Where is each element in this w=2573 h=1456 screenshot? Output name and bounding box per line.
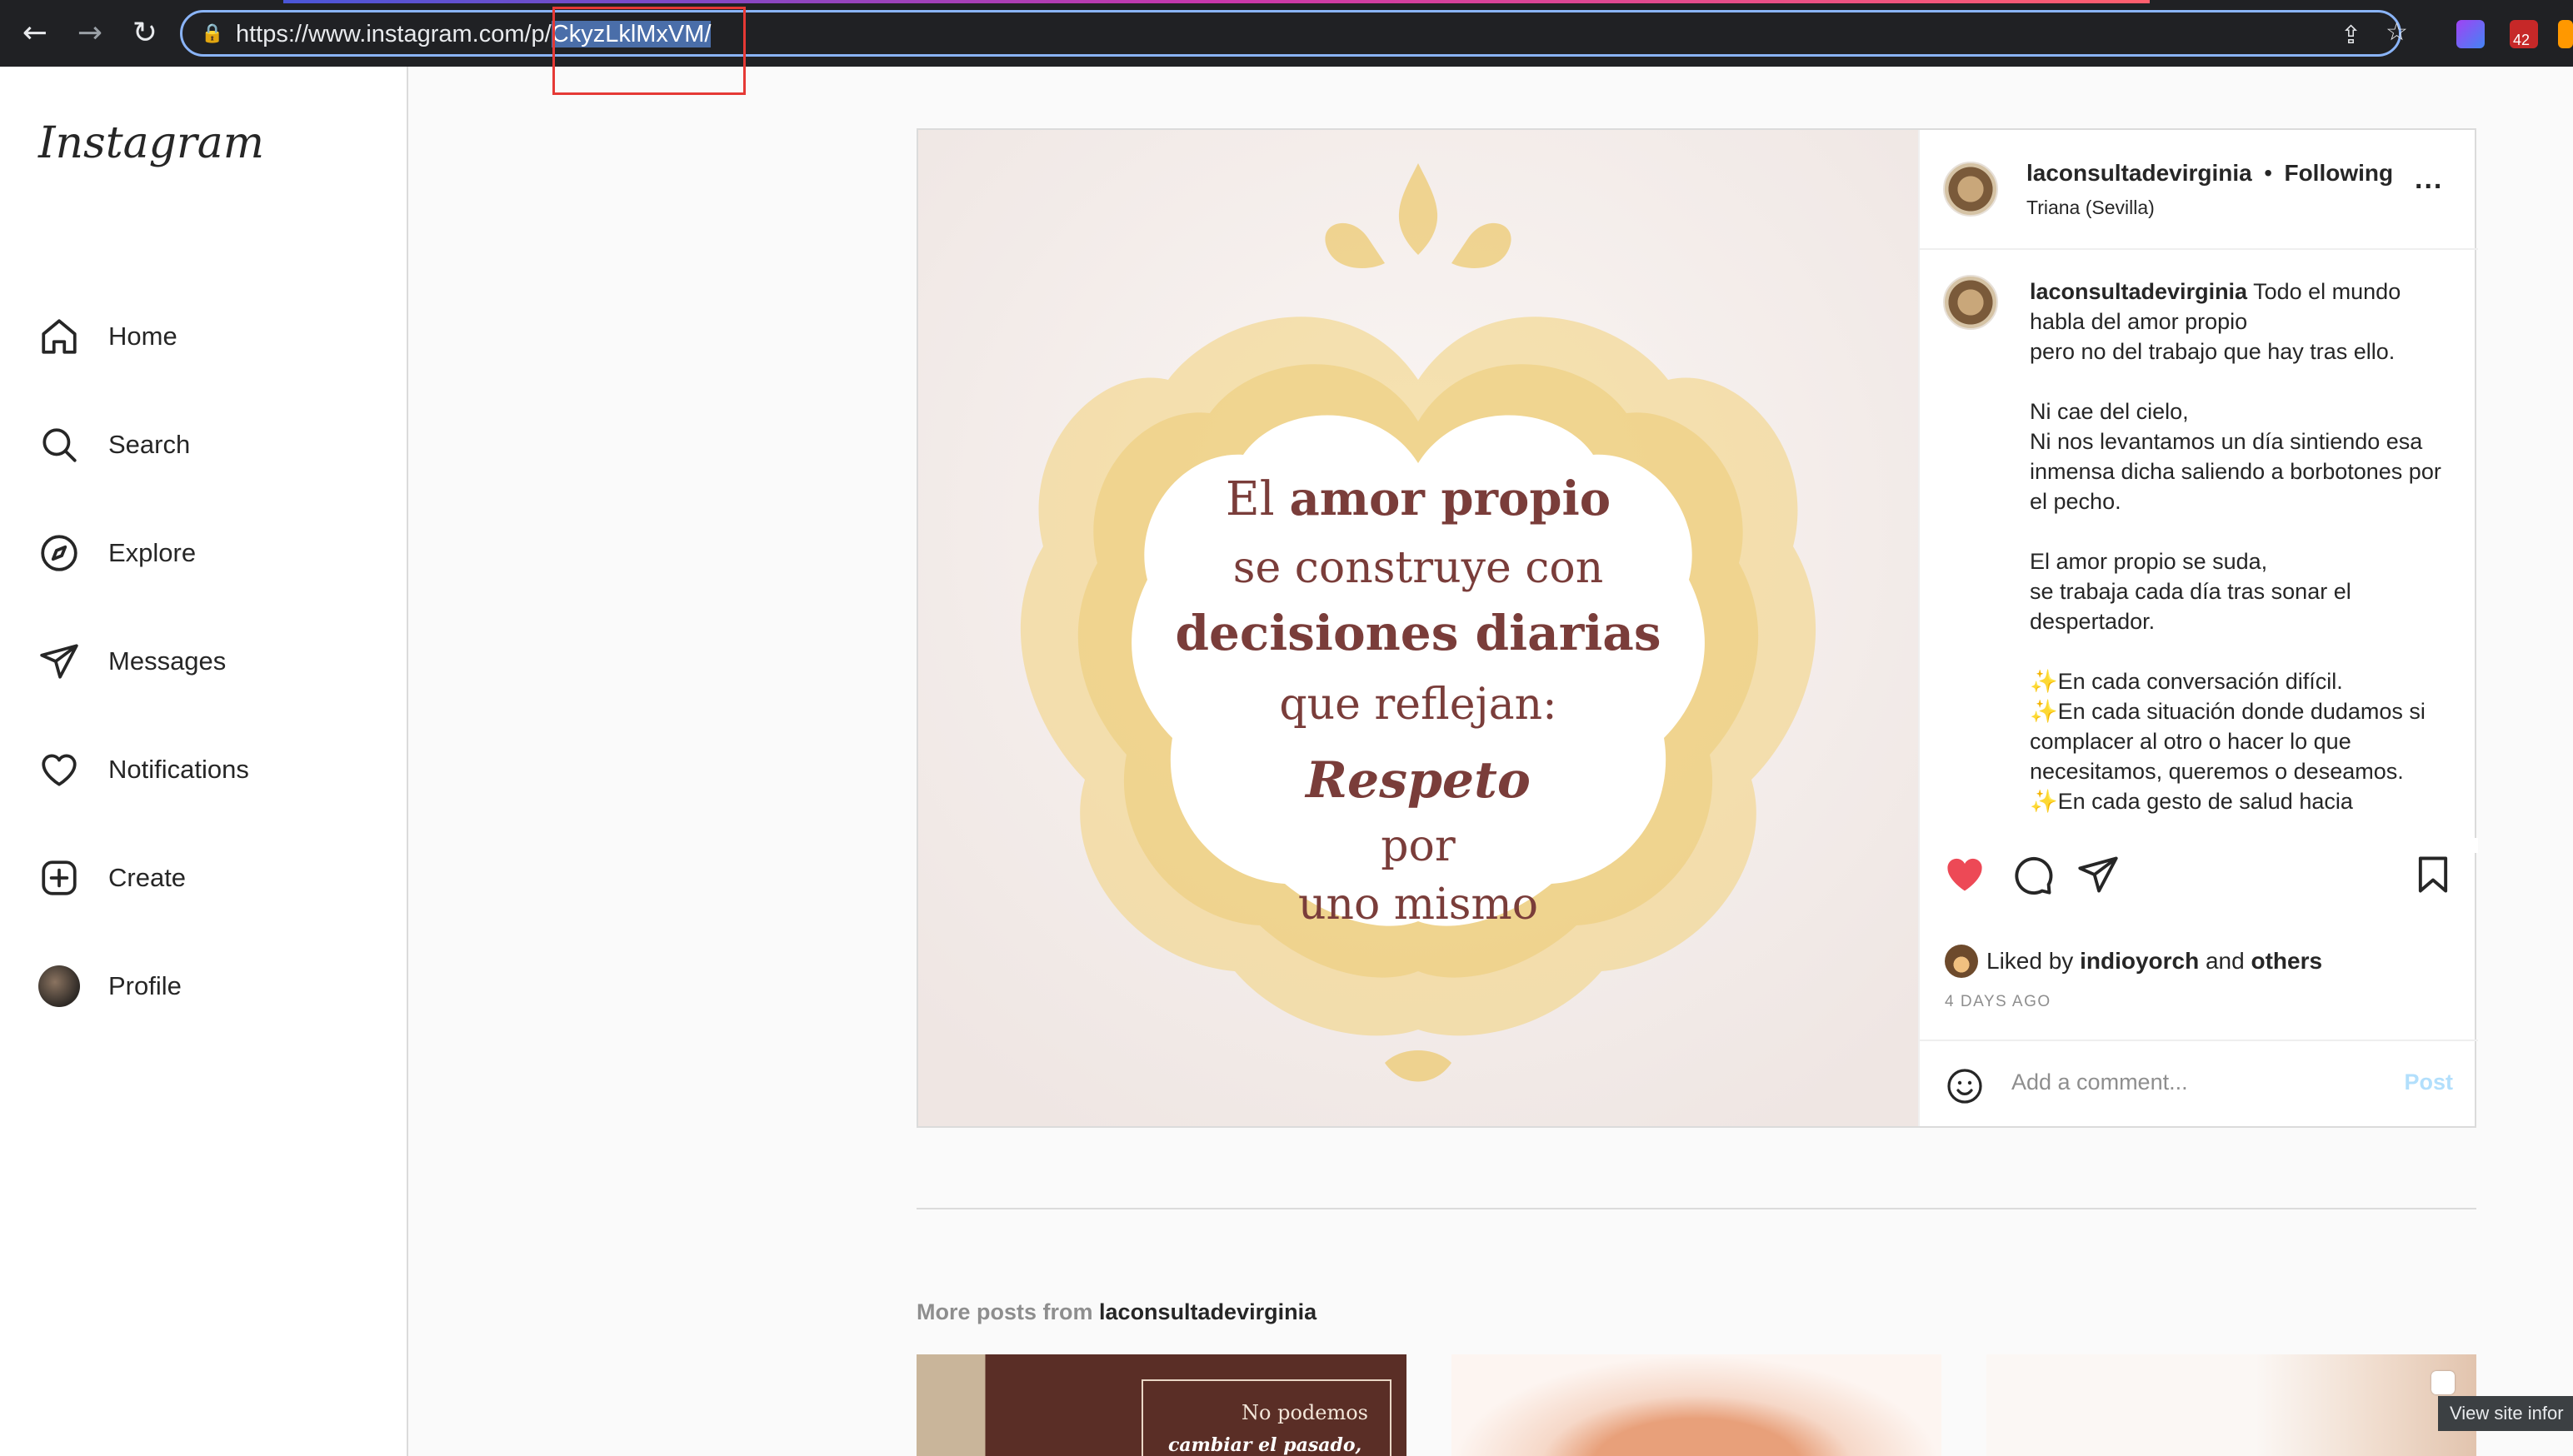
- sidebar-item-label: Search: [108, 430, 191, 459]
- liker-avatar[interactable]: [1945, 945, 1978, 978]
- likes-middle: and: [2199, 948, 2251, 974]
- caption-author-avatar[interactable]: [1943, 275, 1998, 330]
- forward-icon[interactable]: →: [72, 15, 108, 52]
- more-posts-prefix: More posts from: [917, 1299, 1100, 1324]
- sidebar-item-search[interactable]: Search: [38, 420, 190, 470]
- post-timestamp[interactable]: 4 DAYS AGO: [1945, 993, 2051, 1011]
- extension-badge-icon[interactable]: 42: [2510, 20, 2538, 48]
- comment-input[interactable]: Add a comment...: [2011, 1070, 2188, 1095]
- emoji-icon[interactable]: [1945, 1066, 1985, 1106]
- compass-icon: [41, 535, 77, 571]
- author-username[interactable]: laconsultadevirginia: [2026, 160, 2252, 186]
- quote-text: El: [1225, 472, 1290, 526]
- section-divider: [917, 1208, 2476, 1209]
- likes-prefix: Liked by: [1986, 948, 2081, 974]
- annotation-highlight-box: [552, 7, 746, 95]
- sidebar-item-home[interactable]: Home: [38, 312, 177, 362]
- thumb-text-2: cambiar el pasado,: [1168, 1434, 1362, 1456]
- more-post-thumbnail-3[interactable]: [1986, 1354, 2476, 1456]
- extension-badge-count: 42: [2513, 32, 2531, 48]
- separator-dot: •: [2264, 160, 2273, 186]
- post-image[interactable]: El amor propio se construye con decision…: [918, 130, 1918, 1126]
- share-send-icon[interactable]: [2076, 853, 2120, 896]
- caption-username[interactable]: laconsultadevirginia: [2030, 279, 2247, 304]
- sidebar-item-label: Notifications: [108, 755, 249, 784]
- extension-icon[interactable]: [2456, 20, 2485, 48]
- sidebar-item-label: Home: [108, 322, 177, 351]
- comment-icon[interactable]: [2011, 853, 2055, 896]
- sidebar-item-label: Messages: [108, 646, 227, 676]
- send-icon: [40, 644, 78, 679]
- thumb-text-1: No podemos: [1242, 1401, 1368, 1424]
- quote-emphasis: amor propio: [1289, 471, 1611, 526]
- more-post-thumbnail-2[interactable]: [1451, 1354, 1941, 1456]
- more-posts-heading: More posts from laconsultadevirginia: [917, 1299, 1316, 1325]
- likes-others-link[interactable]: others: [2251, 948, 2322, 975]
- quote-line-4: que reflejan:: [1279, 680, 1557, 730]
- quote-line-1: El amor propio: [918, 471, 1918, 526]
- post-card: El amor propio se construye con decision…: [917, 128, 2478, 1128]
- plus-square-icon: [42, 860, 77, 895]
- following-button[interactable]: Following: [2284, 160, 2393, 186]
- search-icon: [42, 428, 77, 462]
- site-info-tooltip: View site infor: [2438, 1396, 2573, 1431]
- post-caption: laconsultadevirginia Todo el mundo habla…: [2030, 277, 2446, 816]
- post-header: laconsultadevirginia • Following Triana …: [1920, 130, 2478, 250]
- heart-icon: [42, 754, 77, 786]
- sidebar: Instagram Home Search Explore Messages N…: [0, 67, 408, 1456]
- quote-line-7: uno mismo: [1297, 880, 1539, 930]
- post-comment-button[interactable]: Post: [2404, 1070, 2453, 1095]
- sidebar-item-messages[interactable]: Messages: [38, 636, 226, 686]
- sidebar-item-profile[interactable]: Profile: [38, 961, 182, 1011]
- sidebar-item-label: Profile: [108, 971, 182, 1000]
- caption-scroll-mask: [1920, 838, 2478, 853]
- author-avatar[interactable]: [1943, 162, 1998, 217]
- quote-line-5: Respeto: [1306, 751, 1531, 810]
- more-options-icon[interactable]: ...: [2415, 163, 2443, 196]
- save-bookmark-icon[interactable]: [2411, 853, 2455, 896]
- liker-username[interactable]: indioyorch: [2080, 948, 2199, 975]
- post-details: laconsultadevirginia • Following Triana …: [1918, 130, 2478, 1126]
- post-location[interactable]: Triana (Sevilla): [2026, 197, 2155, 219]
- multi-post-icon: [2431, 1371, 2455, 1394]
- sidebar-item-label: Create: [108, 863, 187, 892]
- tab-strip-accent: [283, 0, 2150, 3]
- quote-line-3: decisiones diarias: [1175, 605, 1661, 661]
- lock-icon[interactable]: 🔒: [201, 23, 223, 45]
- more-posts-username[interactable]: laconsultadevirginia: [1099, 1299, 1316, 1324]
- more-post-thumbnail-1[interactable]: No podemos cambiar el pasado,: [917, 1354, 1406, 1456]
- instagram-logo[interactable]: Instagram: [38, 118, 264, 168]
- sidebar-item-create[interactable]: Create: [38, 853, 186, 903]
- quote-line-2: se construye con: [1232, 543, 1604, 593]
- back-icon[interactable]: ←: [17, 15, 53, 52]
- likes-summary: Liked by indioyorch and others: [1945, 945, 2322, 978]
- browser-toolbar: ← → ↻ 🔒 https://www.instagram.com/p/Ckyz…: [0, 0, 2573, 95]
- sidebar-item-explore[interactable]: Explore: [38, 528, 196, 578]
- url-prefix: https://www.instagram.com/p/: [236, 21, 552, 47]
- sidebar-item-notifications[interactable]: Notifications: [38, 745, 249, 795]
- like-heart-icon[interactable]: [1943, 853, 1986, 896]
- bookmark-star-icon[interactable]: ☆: [2386, 17, 2408, 47]
- share-icon[interactable]: ⇪: [2341, 21, 2361, 50]
- address-bar[interactable]: 🔒 https://www.instagram.com/p/CkyzLklMxV…: [180, 10, 2408, 57]
- author-line: laconsultadevirginia • Following: [2026, 160, 2393, 187]
- reload-icon[interactable]: ↻: [127, 15, 163, 52]
- quote-line-6: por: [1381, 821, 1456, 871]
- avatar: [38, 965, 80, 1007]
- extension-icon-partial[interactable]: [2558, 20, 2573, 48]
- caption-body: pero no del trabajo que hay tras ello. N…: [2030, 339, 2441, 814]
- sidebar-item-label: Explore: [108, 538, 197, 567]
- home-icon: [42, 319, 77, 354]
- comment-bar: Add a comment... Post: [1920, 1040, 2478, 1126]
